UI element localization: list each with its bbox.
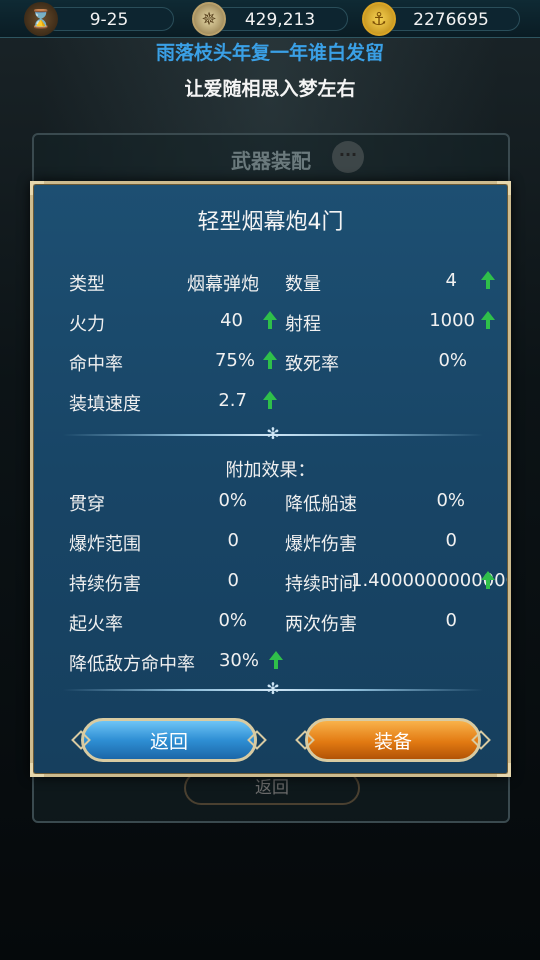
button-wing-ornament [71,730,91,750]
stat-label-type: 类型 [69,274,105,295]
effect-label-blast-damage: 爆炸伤害 [285,534,357,555]
anchor-coin-icon[interactable]: ⚓ [362,2,396,36]
stat-value-quantity: 4 [445,270,457,291]
effect-label-duration: 持续时间 [285,574,357,595]
effect-label-penetration: 贯穿 [69,494,105,515]
scroll-message-line2: 让爱随相思入梦左右 [184,78,356,100]
equip-button[interactable]: 装备 [295,718,491,762]
up-arrow-icon [263,311,277,329]
frame-corner [497,763,511,777]
gold-pill: 2276695 [382,7,520,31]
scroll-message-line1: 雨落枝头年复一年谁白发留 [155,42,384,64]
up-arrow-icon [263,351,277,369]
stat-value-lethality: 0% [438,350,467,371]
divider-ornament-icon: ✻ [266,424,280,443]
button-wing-ornament [295,730,315,750]
effect-value-blast-radius: 0 [227,530,239,551]
button-wing-ornament [471,730,491,750]
button-wing-ornament [247,730,267,750]
effect-value-double-damage: 0 [445,610,457,631]
effect-label-dot-damage: 持续伤害 [69,574,141,595]
up-arrow-icon [481,271,495,289]
date-value: 9-25 [89,10,129,30]
effect-value-ignite-rate: 0% [218,610,247,631]
weapon-name: 轻型烟幕炮4门 [197,210,344,235]
stat-value-reload: 2.7 [218,390,247,411]
stat-label-range: 射程 [285,314,321,335]
equip-button-label: 装备 [373,731,412,753]
up-arrow-icon [481,311,495,329]
compass-pill: 429,213 [212,7,348,31]
effect-value-slow-ship: 0% [436,490,465,511]
compass-icon[interactable]: ✵ [192,2,226,36]
frame-corner [497,181,511,195]
frame-corner [30,763,44,777]
gold-value: 2276695 [413,10,489,30]
extra-effects-heading: 附加效果： [225,460,316,481]
panel-title: 武器装配 [231,149,311,173]
stat-value-type: 烟幕弹炮 [187,274,259,295]
back-button-label: 返回 [149,731,188,753]
resource-bar: 9-25 ⌛ 429,213 ✵ 2276695 ⚓ [0,0,540,38]
effect-value-reduce-enemy-accuracy: 30% [218,650,259,671]
stat-label-quantity: 数量 [285,274,321,295]
stat-value-range: 1000 [429,310,475,331]
effect-value-dot-damage: 0 [227,570,239,591]
up-arrow-icon [481,571,495,589]
back-button[interactable]: 返回 [71,718,267,762]
effect-value-blast-damage: 0 [445,530,457,551]
stat-value-accuracy: 75% [214,350,255,371]
effect-label-slow-ship: 降低船速 [285,494,357,515]
effect-label-reduce-enemy-accuracy: 降低敌方命中率 [69,654,195,675]
divider-ornament-icon: ✻ [266,679,280,698]
stat-label-lethality: 致死率 [285,354,339,375]
stat-label-accuracy: 命中率 [69,354,123,375]
date-pill: 9-25 [44,7,174,31]
up-arrow-icon [263,391,277,409]
effect-value-penetration: 0% [218,490,247,511]
stat-value-firepower: 40 [220,310,243,331]
chat-icon[interactable]: ··· [332,141,364,173]
compass-value: 429,213 [244,10,316,30]
frame-corner [30,181,44,195]
hourglass-icon[interactable]: ⌛ [24,2,58,36]
stat-label-reload: 装填速度 [69,394,141,415]
effect-label-ignite-rate: 起火率 [69,614,123,635]
up-arrow-icon [269,651,283,669]
effect-label-blast-radius: 爆炸范围 [69,534,141,555]
stat-label-firepower: 火力 [69,314,105,335]
weapon-detail-dialog: 轻型烟幕炮4门 类型 烟幕弹炮 数量 4 火力 40 射程 1000 命中率 7… [30,181,511,777]
effect-label-double-damage: 两次伤害 [285,614,357,635]
